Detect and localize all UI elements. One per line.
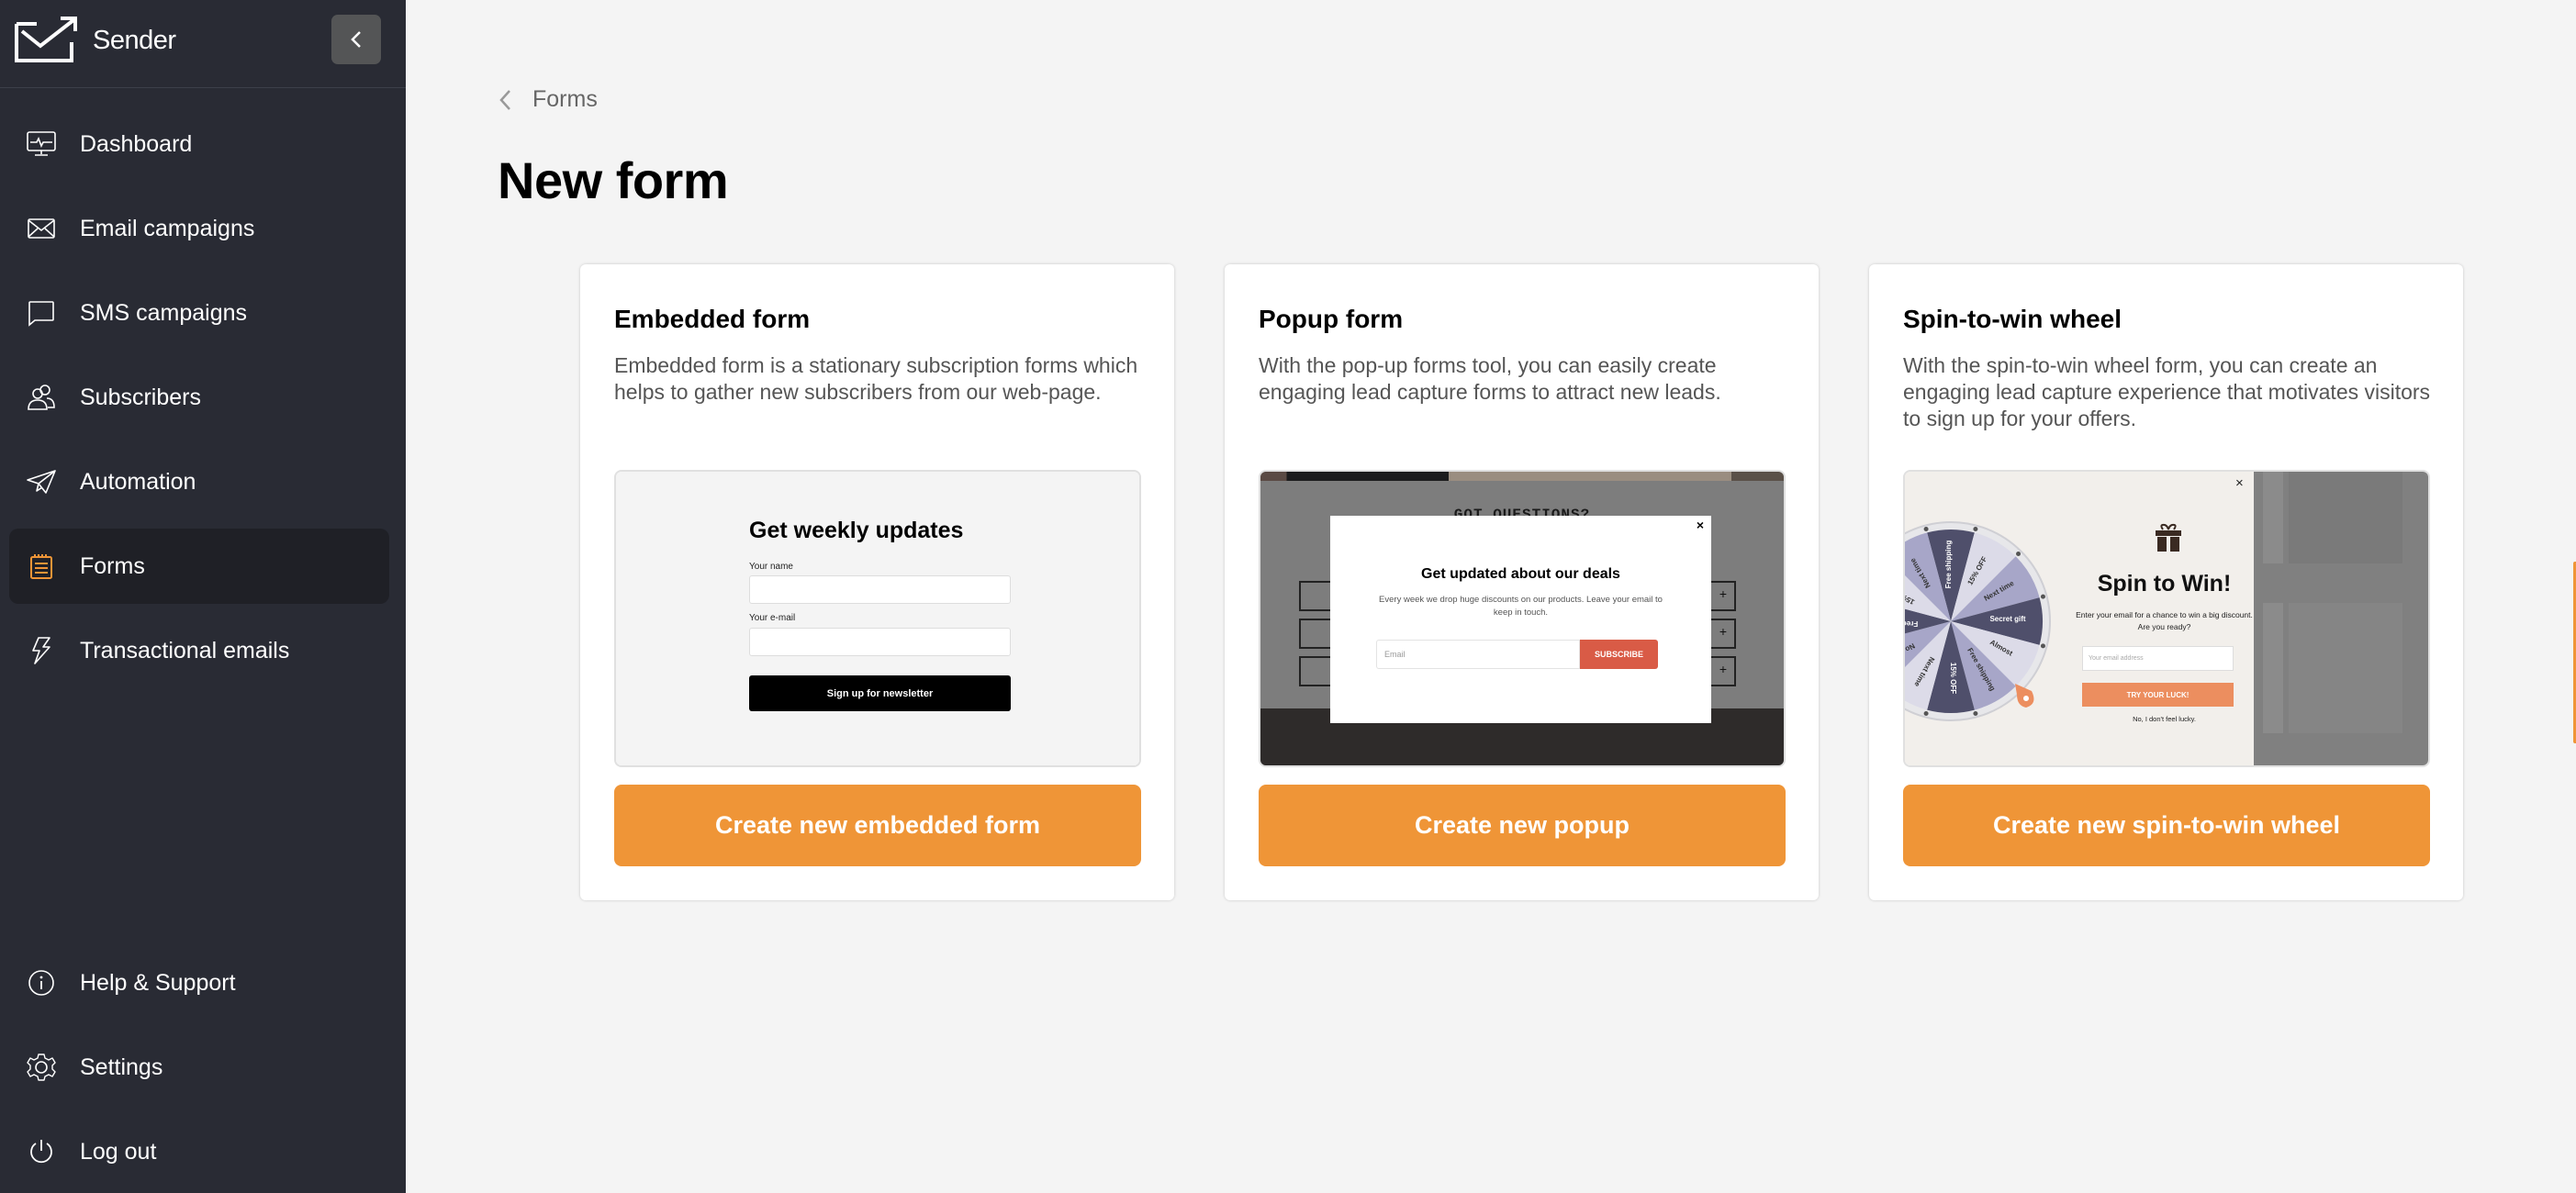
preview-email-input [749, 628, 1011, 656]
monitor-pulse-icon [26, 128, 57, 160]
wheel-segment-label: Secret gift [1989, 615, 2025, 623]
sidebar-item-label: Transactional emails [80, 637, 290, 663]
wheel-peg [1923, 710, 1929, 716]
sidebar-item-label: Email campaigns [80, 215, 255, 241]
paper-plane-icon [26, 466, 57, 497]
sidebar-item-sms-campaigns[interactable]: SMS campaigns [9, 275, 389, 351]
sender-logo-icon[interactable] [13, 15, 77, 62]
info-circle-icon [26, 967, 57, 998]
sidebar-item-log-out[interactable]: Log out [9, 1114, 389, 1189]
chevron-left-icon [351, 31, 361, 48]
sidebar-item-email-campaigns[interactable]: Email campaigns [9, 191, 389, 266]
wheel-pointer-dot [2023, 696, 2029, 701]
power-icon [26, 1136, 57, 1167]
sidebar-item-label: Log out [80, 1138, 157, 1165]
preview-product-grid [2254, 472, 2428, 765]
notepad-icon [26, 551, 57, 582]
chat-bubble-icon [26, 297, 57, 329]
card-description: With the pop-up forms tool, you can easi… [1259, 353, 1721, 404]
sidebar-item-forms[interactable]: Forms [9, 529, 389, 604]
sidebar-item-label: Help & Support [80, 969, 236, 996]
sidebar-item-automation[interactable]: Automation [9, 444, 389, 519]
popup-form-preview: GOT QUESTIONS? + + + × Get updated about… [1259, 470, 1786, 767]
preview-email-input: Email [1376, 640, 1580, 669]
close-icon: × [1696, 518, 1704, 532]
wheel-segment-label: 15% OFF [1949, 663, 1957, 694]
preview-email-input: Your email address [2082, 646, 2234, 671]
wheel-peg [2040, 643, 2045, 649]
embedded-form-card: Embedded form Embedded form is a station… [580, 264, 1174, 900]
sidebar-item-label: Forms [80, 552, 145, 579]
spin-to-win-preview: Free shipping 15% OFF Next time Secret gift… [1903, 470, 2430, 767]
page-title: New form [498, 151, 729, 209]
card-description: With the spin-to-win wheel form, you can… [1903, 353, 2431, 430]
sidebar-item-label: SMS campaigns [80, 299, 248, 326]
spin-to-win-card: Spin-to-win wheel With the spin-to-win w… [1869, 264, 2463, 900]
preview-popup-modal: × Get updated about our deals Every week… [1330, 516, 1711, 723]
wheel-segment-label: Free shipping [1944, 541, 1953, 589]
sidebar-item-label: Settings [80, 1054, 163, 1080]
chevron-left-icon [499, 89, 510, 110]
wheel-peg [1973, 710, 1978, 716]
card-description: Embedded form is a stationary subscripti… [614, 353, 1138, 404]
preview-email-label: Your e-mail [749, 613, 796, 623]
brand-name: Sender [93, 26, 176, 55]
plus-icon: + [1719, 624, 1727, 639]
envelope-icon [26, 213, 57, 244]
card-title: Spin-to-win wheel [1903, 305, 2122, 333]
preview-name-input [749, 575, 1011, 604]
preview-heading: Get updated about our deals [1421, 566, 1620, 582]
preview-heading: Get weekly updates [749, 518, 964, 543]
create-spin-to-win-button[interactable]: Create new spin-to-win wheel [1903, 785, 2430, 866]
preview-background-photo [1260, 472, 1784, 481]
gear-icon [26, 1052, 57, 1083]
sidebar-item-subscribers[interactable]: Subscribers [9, 360, 389, 435]
breadcrumb[interactable]: Forms [498, 86, 598, 113]
sidebar-item-label: Automation [80, 468, 196, 495]
wheel-segment-label: Free shipping [1903, 619, 1918, 628]
preview-name-label: Your name [749, 562, 793, 572]
preview-subscribe-button: SUBSCRIBE [1580, 640, 1658, 669]
main-content: Forms New form Embedded form Embedded fo… [406, 0, 2576, 1193]
wheel-peg [2016, 551, 2022, 556]
embedded-form-preview: Get weekly updates Your name Your e-mail… [614, 470, 1141, 767]
popup-form-card: Popup form With the pop-up forms tool, y… [1225, 264, 1819, 900]
lightning-icon [26, 635, 57, 666]
sidebar-item-help-support[interactable]: Help & Support [9, 945, 389, 1020]
wheel-peg [1923, 527, 1929, 532]
preview-text: Every week we drop huge discounts on our… [1379, 595, 1663, 618]
plus-icon: + [1719, 586, 1727, 601]
sidebar-item-dashboard[interactable]: Dashboard [9, 106, 389, 182]
sidebar-item-label: Subscribers [80, 384, 201, 410]
sidebar: Sender Dashboard Email campaigns SMS cam… [0, 0, 406, 1193]
create-embedded-form-button[interactable]: Create new embedded form [614, 785, 1141, 866]
card-title: Embedded form [614, 305, 811, 333]
prize-wheel: Free shipping 15% OFFNext timeSecret gift… [1903, 521, 2051, 721]
close-icon: × [2235, 475, 2244, 491]
sidebar-item-label: Dashboard [80, 130, 193, 157]
preview-try-luck-button: TRY YOUR LUCK! [2082, 683, 2234, 707]
preview-text: Enter your email for a chance to win a b… [2076, 610, 2253, 631]
preview-submit-button: Sign up for newsletter [749, 675, 1011, 711]
preview-heading: Spin to Win! [2097, 571, 2232, 596]
wheel-peg [2040, 594, 2045, 599]
sidebar-header: Sender [0, 0, 406, 88]
card-title: Popup form [1259, 305, 1404, 333]
plus-icon: + [1719, 662, 1727, 676]
sidebar-item-settings[interactable]: Settings [9, 1030, 389, 1105]
wheel-peg [1973, 527, 1978, 532]
create-popup-button[interactable]: Create new popup [1259, 785, 1786, 866]
breadcrumb-forms-link[interactable]: Forms [532, 86, 598, 113]
preview-decline-link: No, I don't feel lucky. [2133, 715, 2196, 723]
gift-icon [2156, 523, 2181, 552]
sidebar-item-transactional-emails[interactable]: Transactional emails [9, 613, 389, 688]
users-icon [26, 382, 57, 413]
collapse-sidebar-button[interactable] [331, 15, 381, 64]
